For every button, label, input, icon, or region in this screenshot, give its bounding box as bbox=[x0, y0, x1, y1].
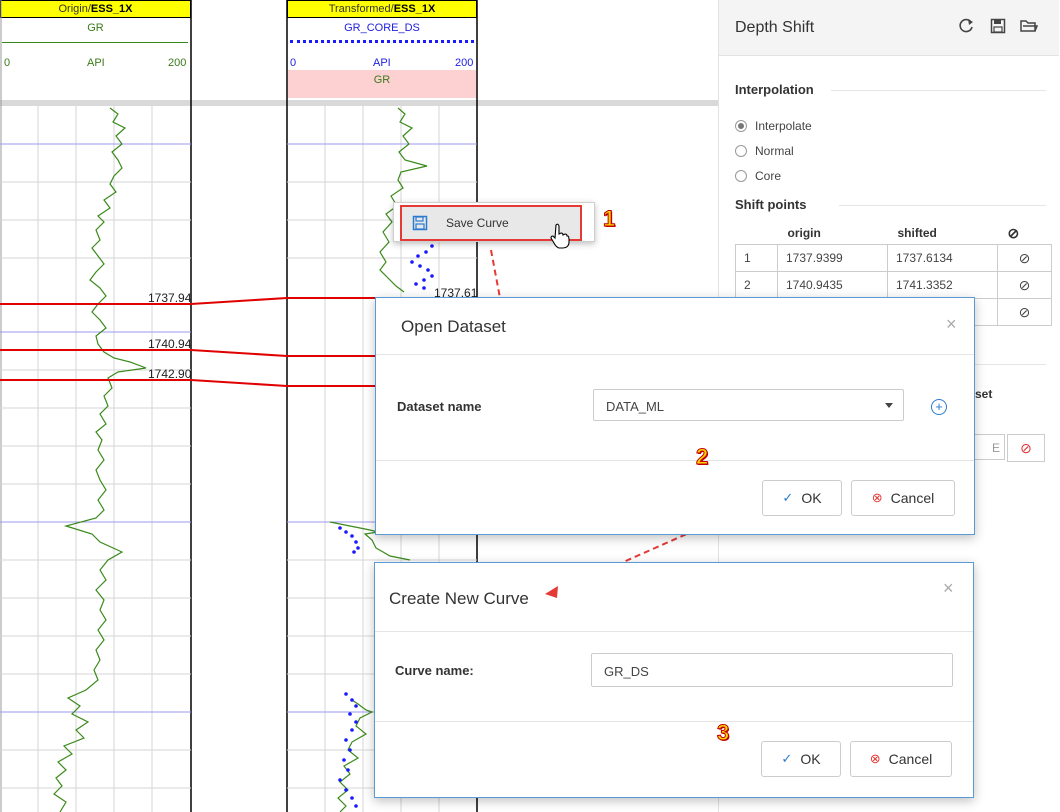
dialog-header-divider bbox=[376, 354, 974, 355]
create-curve-title: Create New Curve bbox=[389, 589, 529, 608]
delete-row-icon[interactable]: ⊘ bbox=[997, 244, 1052, 272]
radio-core[interactable]: Core bbox=[735, 168, 781, 184]
panel-title: Depth Shift bbox=[735, 19, 815, 36]
partial-input-cell[interactable]: E bbox=[973, 434, 1005, 460]
radio-interpolate-label: Interpolate bbox=[755, 119, 812, 133]
row-shifted-cell[interactable]: 1737.6134 bbox=[887, 244, 998, 272]
dialog-footer-divider bbox=[375, 721, 973, 722]
radio-core-circle[interactable] bbox=[735, 170, 747, 182]
cancel-circle-icon: ⊗ bbox=[869, 751, 881, 766]
cancel-circle-icon: ⊗ bbox=[871, 490, 883, 505]
curve-name-value: GR_DS bbox=[604, 664, 649, 679]
dataset-name-value: DATA_ML bbox=[606, 399, 665, 414]
delete-row-icon[interactable]: ⊘ bbox=[997, 298, 1052, 326]
col-origin-header: origin bbox=[787, 226, 821, 240]
table-header-row: origin shifted ⊘ bbox=[736, 222, 1052, 245]
depth-label-2: 1740.94 bbox=[148, 337, 192, 351]
save-curve-label: Save Curve bbox=[446, 216, 509, 230]
cancel-label: Cancel bbox=[888, 751, 933, 767]
col-shifted-header: shifted bbox=[897, 226, 937, 240]
interpolation-divider bbox=[831, 90, 1046, 91]
open-dataset-dialog: Open Dataset × Dataset name DATA_ML + ✓ … bbox=[375, 297, 975, 535]
dialog-footer-divider bbox=[376, 460, 974, 461]
delete-row-icon[interactable]: ⊘ bbox=[997, 271, 1052, 299]
partial-section-label: set bbox=[975, 387, 993, 401]
table-row[interactable]: 1 1737.9399 1737.6134 ⊘ bbox=[735, 244, 1052, 272]
cancel-button[interactable]: ⊗ Cancel bbox=[850, 741, 952, 777]
row-shifted-cell[interactable]: 1741.3352 bbox=[887, 271, 998, 299]
step-2-badge: 2 bbox=[695, 444, 709, 470]
interpolation-title: Interpolation bbox=[735, 82, 814, 97]
refresh-icon[interactable] bbox=[957, 18, 975, 36]
delete-dataset-icon[interactable]: ⊘ bbox=[1007, 434, 1045, 462]
create-curve-dialog: Create New Curve × Curve name: GR_DS ✓ O… bbox=[374, 562, 974, 798]
ok-button[interactable]: ✓ OK bbox=[761, 741, 841, 777]
radio-interpolate-circle[interactable] bbox=[735, 120, 747, 132]
depth-label-1: 1737.94 bbox=[148, 291, 192, 305]
radio-normal[interactable]: Normal bbox=[735, 143, 794, 159]
add-dataset-icon[interactable]: + bbox=[931, 399, 947, 415]
curve-name-label: Curve name: bbox=[395, 663, 474, 678]
dialog-header-divider bbox=[375, 631, 973, 632]
open-dataset-title: Open Dataset bbox=[401, 317, 506, 336]
partial-input-text: E bbox=[991, 441, 1000, 455]
step-3-badge: 3 bbox=[716, 720, 730, 746]
dataset-name-label: Dataset name bbox=[397, 399, 482, 414]
annotation-arrow bbox=[545, 586, 558, 598]
col-index-header bbox=[736, 222, 778, 245]
ok-button[interactable]: ✓ OK bbox=[762, 480, 842, 516]
row-origin-cell[interactable]: 1737.9399 bbox=[777, 244, 888, 272]
hand-cursor-icon bbox=[550, 223, 570, 249]
depth-label-3: 1742.90 bbox=[148, 367, 192, 381]
dataset-divider bbox=[973, 364, 1046, 365]
chevron-down-icon bbox=[885, 403, 893, 408]
shift-lines bbox=[0, 297, 420, 387]
save-icon[interactable] bbox=[989, 18, 1007, 36]
table-row[interactable]: 2 1740.9435 1741.3352 ⊘ bbox=[735, 271, 1052, 299]
dataset-name-select[interactable]: DATA_ML bbox=[593, 389, 904, 421]
ok-label: OK bbox=[800, 751, 821, 767]
cancel-button[interactable]: ⊗ Cancel bbox=[851, 480, 955, 516]
row-index: 1 bbox=[735, 244, 778, 272]
row-origin-cell[interactable]: 1740.9435 bbox=[777, 271, 888, 299]
shift-points-title: Shift points bbox=[735, 197, 807, 212]
cancel-label: Cancel bbox=[890, 490, 935, 506]
ok-label: OK bbox=[801, 490, 822, 506]
radio-core-label: Core bbox=[755, 169, 782, 183]
radio-normal-circle[interactable] bbox=[735, 145, 747, 157]
curve-name-input[interactable]: GR_DS bbox=[591, 653, 953, 687]
shift-points-divider bbox=[839, 205, 1046, 206]
step-1-badge: 1 bbox=[602, 206, 616, 232]
row-index: 2 bbox=[735, 271, 778, 299]
origin-gr-curve bbox=[53, 107, 147, 812]
save-curve-icon bbox=[412, 215, 428, 231]
radio-interpolate[interactable]: Interpolate bbox=[735, 118, 812, 134]
close-icon[interactable]: × bbox=[943, 578, 954, 599]
check-circle-icon: ✓ bbox=[782, 490, 794, 505]
check-circle-icon: ✓ bbox=[781, 751, 793, 766]
context-menu: Save Curve bbox=[393, 202, 595, 249]
delete-all-icon[interactable]: ⊘ bbox=[998, 222, 1052, 245]
panel-header: Depth Shift bbox=[719, 0, 1059, 56]
close-icon[interactable]: × bbox=[946, 314, 957, 335]
open-folder-icon[interactable] bbox=[1020, 18, 1039, 36]
radio-normal-label: Normal bbox=[755, 144, 794, 158]
